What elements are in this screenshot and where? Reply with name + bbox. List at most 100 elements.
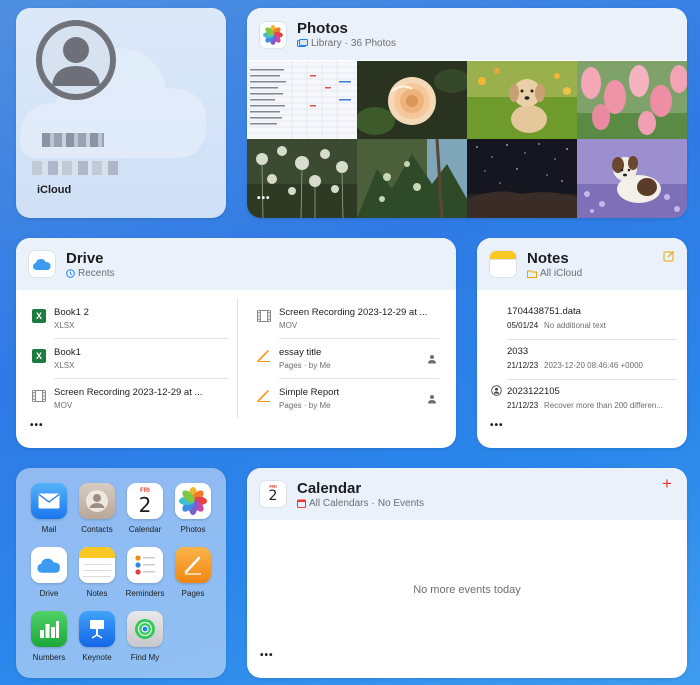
file-name: essay title bbox=[279, 347, 322, 358]
photo-thumbnail-spreadsheet[interactable] bbox=[247, 61, 357, 139]
app-label: Calendar bbox=[128, 525, 162, 534]
calendar-icon: FRI 2 bbox=[127, 483, 163, 519]
drive-more-button[interactable]: ••• bbox=[30, 420, 44, 431]
app-calendar[interactable]: FRI 2 Calendar bbox=[121, 483, 169, 534]
drive-file-simple-report[interactable]: Simple Report Pages · by Me bbox=[257, 386, 437, 424]
file-meta: XLSX bbox=[54, 321, 75, 330]
photo-thumbnail-puppy[interactable] bbox=[467, 61, 577, 139]
photo-grid: ••• bbox=[247, 61, 687, 218]
drive-recents-label: Recents bbox=[78, 268, 115, 279]
photo-thumbnail-tulips[interactable] bbox=[577, 61, 687, 139]
app-pages[interactable]: Pages bbox=[169, 547, 217, 598]
divider bbox=[279, 378, 439, 379]
avatar[interactable] bbox=[36, 20, 116, 100]
notes-subtitle: All iCloud bbox=[527, 268, 582, 279]
calendar-more-button[interactable]: ••• bbox=[260, 650, 274, 661]
note-date: 21/12/23 bbox=[507, 361, 539, 370]
divider bbox=[54, 378, 229, 379]
shared-person-icon bbox=[428, 395, 436, 404]
add-event-button[interactable]: + bbox=[662, 474, 672, 494]
note-item[interactable]: 2033 21/12/23 2023-12-20 08:46:46 +0000 bbox=[477, 340, 687, 378]
notes-folder-label: All iCloud bbox=[540, 268, 583, 279]
app-label: Notes bbox=[86, 589, 108, 598]
calendar-empty-message: No more events today bbox=[413, 584, 521, 596]
file-name: Book1 bbox=[54, 347, 81, 358]
divider bbox=[279, 338, 439, 339]
divider bbox=[54, 338, 229, 339]
pages-icon bbox=[257, 389, 271, 403]
app-photos[interactable]: Photos bbox=[169, 483, 217, 534]
photos-title[interactable]: Photos bbox=[297, 20, 348, 37]
compose-note-icon[interactable] bbox=[663, 250, 675, 262]
column-separator bbox=[237, 298, 238, 418]
mail-icon bbox=[31, 483, 67, 519]
calendar-subtitle: All Calendars · No Events bbox=[297, 498, 424, 509]
app-label: Mail bbox=[41, 525, 57, 534]
drive-title[interactable]: Drive bbox=[66, 250, 104, 267]
drive-subtitle: Recents bbox=[66, 268, 115, 279]
file-meta: MOV bbox=[279, 321, 298, 330]
photo-thumbnail-starry-sky[interactable] bbox=[467, 139, 577, 218]
file-name: Screen Recording 2023-12-29 at ... bbox=[279, 307, 428, 318]
note-date: 05/01/24 bbox=[507, 321, 539, 330]
reminders-icon bbox=[127, 547, 163, 583]
drive-card[interactable]: Drive Recents X Book1 2 XLSX X Book1 XLS… bbox=[16, 238, 456, 448]
note-preview: Recover more than 200 differen... bbox=[544, 401, 664, 410]
film-icon bbox=[32, 389, 46, 403]
notes-card[interactable]: Notes All iCloud 1704438751.data 05/01/2… bbox=[477, 238, 687, 448]
pages-icon bbox=[175, 547, 211, 583]
note-title: 2023122105 bbox=[507, 386, 560, 397]
note-item[interactable]: 2023122105 21/12/23 Recover more than 20… bbox=[477, 380, 687, 418]
numbers-icon bbox=[31, 611, 67, 647]
notes-app-icon bbox=[490, 251, 516, 277]
photo-thumbnail-rose[interactable] bbox=[357, 61, 467, 139]
photo-thumbnail-dog[interactable] bbox=[577, 139, 687, 218]
app-notes[interactable]: Notes bbox=[73, 547, 121, 598]
app-reminders[interactable]: Reminders bbox=[121, 547, 169, 598]
app-mail[interactable]: Mail bbox=[25, 483, 73, 534]
shared-person-icon bbox=[428, 355, 436, 364]
file-name: Screen Recording 2023-12-29 at ... bbox=[54, 387, 203, 398]
name-redacted bbox=[42, 133, 104, 147]
app-keynote[interactable]: Keynote bbox=[73, 611, 121, 662]
photos-subtitle: Library · 36 Photos bbox=[297, 38, 396, 49]
clock-icon bbox=[66, 269, 75, 278]
photo-thumbnail-dandelions[interactable]: ••• bbox=[247, 139, 357, 218]
note-item[interactable]: 1704438751.data 05/01/24 No additional t… bbox=[477, 300, 687, 338]
app-label: Numbers bbox=[32, 653, 66, 662]
keynote-icon bbox=[79, 611, 115, 647]
app-label: Keynote bbox=[82, 653, 112, 662]
file-meta: XLSX bbox=[54, 361, 75, 370]
app-numbers[interactable]: Numbers bbox=[25, 611, 73, 662]
photos-count: 36 Photos bbox=[350, 38, 396, 49]
notes-title[interactable]: Notes bbox=[527, 250, 569, 267]
contacts-icon bbox=[79, 483, 115, 519]
person-silhouette-icon bbox=[52, 37, 100, 86]
photos-app-icon bbox=[260, 22, 286, 48]
app-label: Find My bbox=[130, 653, 160, 662]
apps-grid-card: Mail Contacts FRI 2 Calendar Photos Driv… bbox=[16, 468, 226, 678]
drive-file-screen-recording-left[interactable]: Screen Recording 2023-12-29 at ... MOV bbox=[32, 386, 227, 424]
photos-card[interactable]: Photos Library · 36 Photos ••• bbox=[247, 8, 687, 218]
photos-more-button[interactable]: ••• bbox=[257, 193, 271, 204]
note-date: 21/12/23 bbox=[507, 401, 539, 410]
app-find-my[interactable]: Find My bbox=[121, 611, 169, 662]
photos-icon bbox=[175, 483, 211, 519]
calendar-small-icon bbox=[297, 499, 306, 508]
folder-icon bbox=[527, 270, 537, 278]
app-drive[interactable]: Drive bbox=[25, 547, 73, 598]
app-contacts[interactable]: Contacts bbox=[73, 483, 121, 534]
profile-card[interactable]: iCloud bbox=[16, 8, 226, 218]
notes-more-button[interactable]: ••• bbox=[490, 420, 504, 431]
photos-library-label: Library bbox=[311, 38, 342, 49]
file-meta: Pages · by Me bbox=[279, 401, 331, 410]
photo-thumbnail-tree[interactable] bbox=[357, 139, 467, 218]
calendar-card[interactable]: FRI 2 Calendar All Calendars · No Events… bbox=[247, 468, 687, 678]
photos-header: Photos Library · 36 Photos bbox=[247, 8, 687, 60]
icloud-label: iCloud bbox=[37, 184, 72, 196]
findmy-icon bbox=[127, 611, 163, 647]
cloud-icon bbox=[31, 547, 67, 583]
calendar-title[interactable]: Calendar bbox=[297, 480, 361, 497]
file-meta: Pages · by Me bbox=[279, 361, 331, 370]
calendar-app-icon: FRI 2 bbox=[260, 481, 286, 507]
